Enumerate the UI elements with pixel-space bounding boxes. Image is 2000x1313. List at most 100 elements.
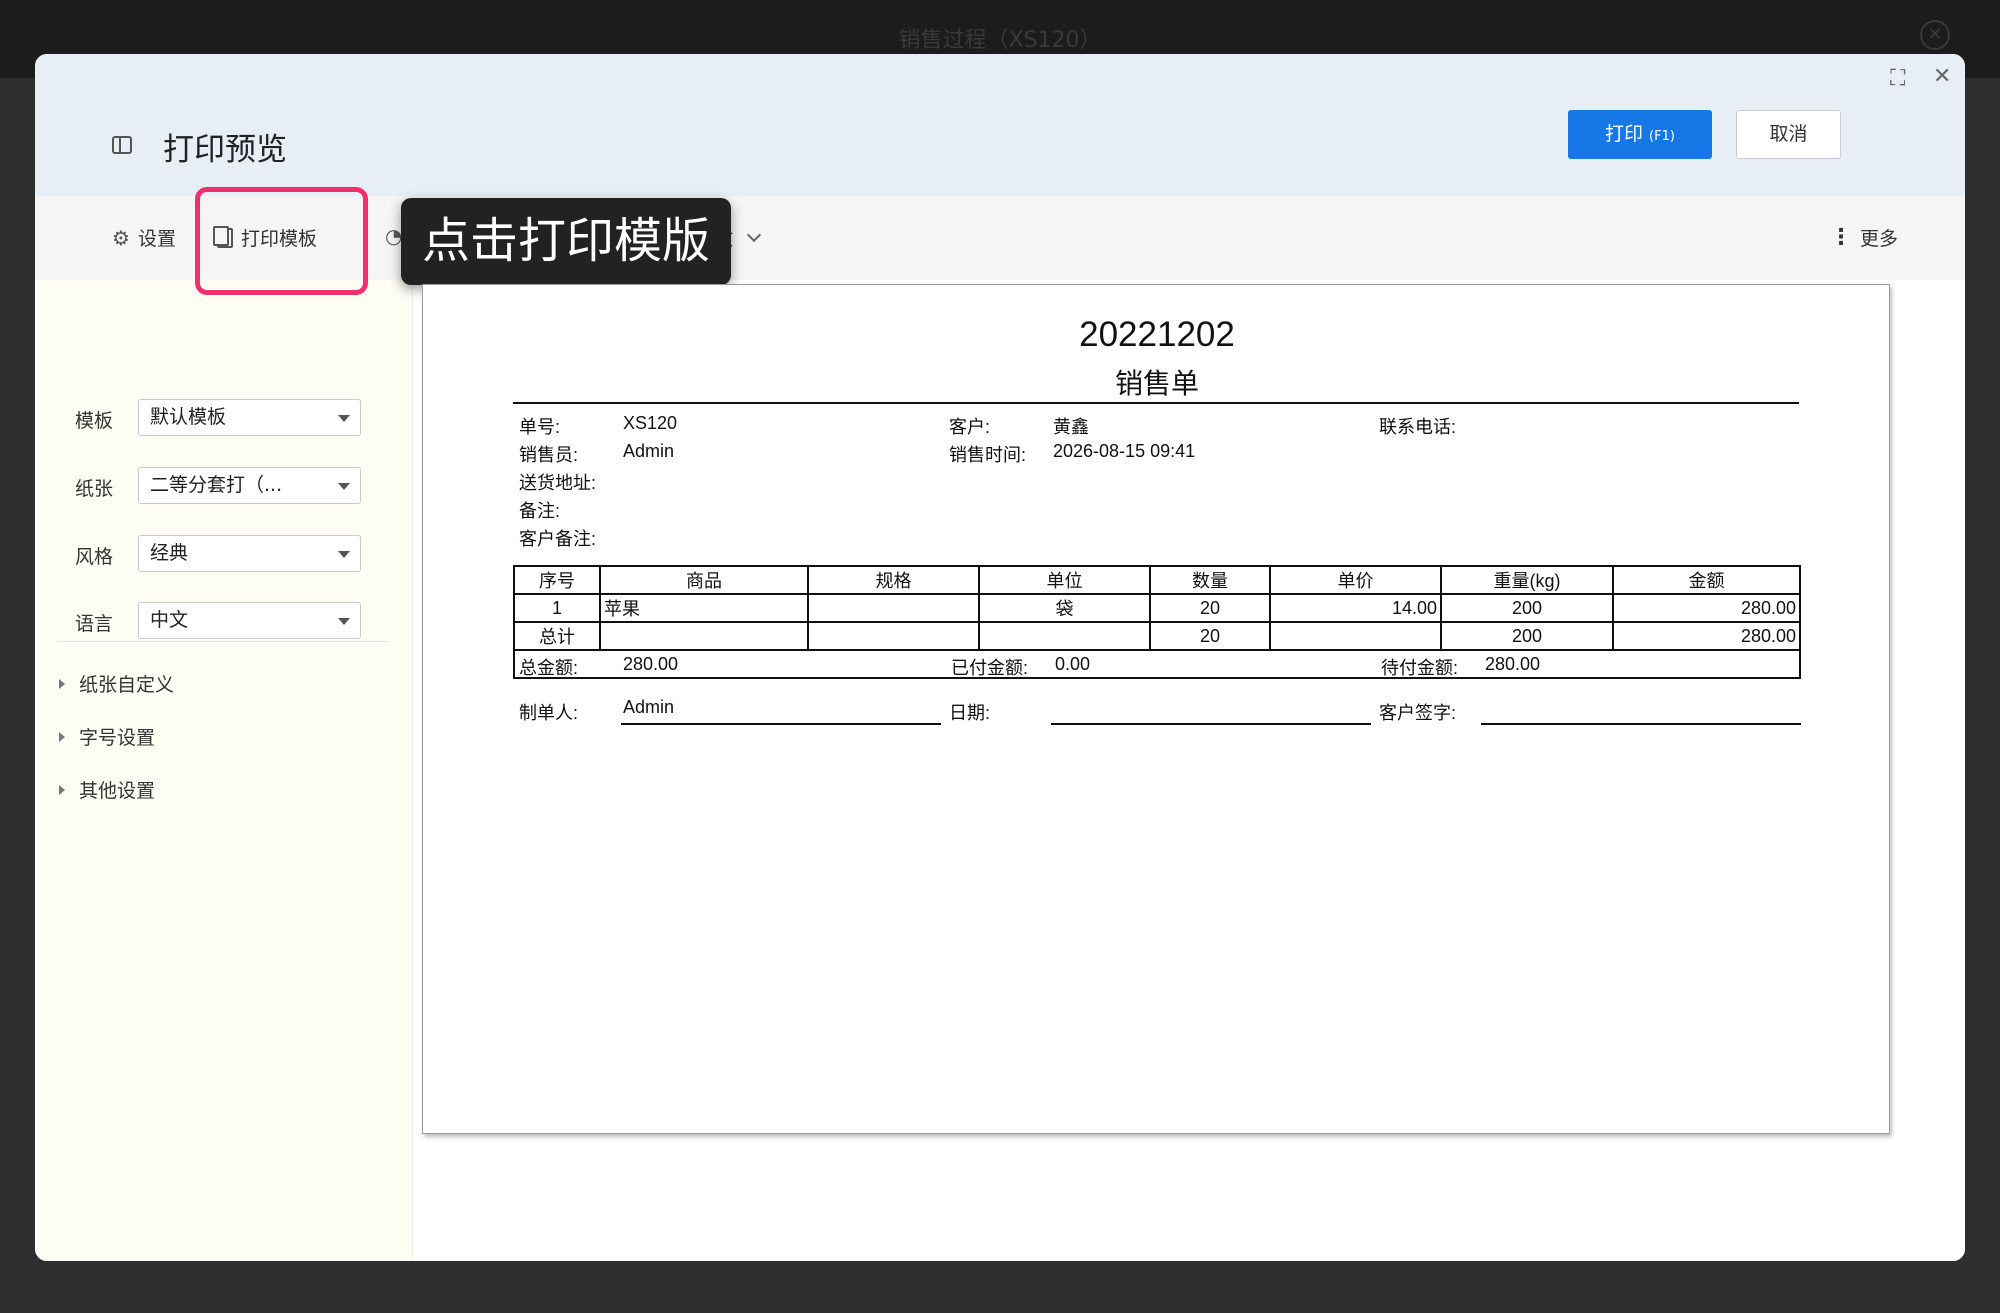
total-amount-label: 总金额:: [519, 658, 579, 678]
more-actions-button[interactable]: ◔: [385, 224, 402, 248]
style-select[interactable]: 经典: [138, 535, 361, 572]
cell-amount: 280.00: [1612, 593, 1801, 623]
paper-select-value: 二等分套打（...: [150, 474, 283, 496]
tooltip: 点击打印模版: [401, 198, 731, 285]
maker-value: Admin: [623, 697, 675, 717]
items-table: 序号 商品 规格 单位 数量 单价 重量(kg) 金额 1 苹果 袋 20 14…: [513, 565, 1801, 679]
paid-label: 已付金额:: [951, 658, 1029, 678]
template-select[interactable]: 默认模板: [138, 399, 361, 436]
paper-custom-label: 纸张自定义: [79, 674, 175, 696]
total-empty: [807, 621, 980, 651]
language-select[interactable]: 中文: [138, 602, 361, 639]
header-price: 单价: [1269, 565, 1442, 595]
header-product: 商品: [599, 565, 809, 595]
due-value: 280.00: [1485, 654, 1541, 674]
font-size-section[interactable]: 字号设置: [59, 723, 155, 750]
header-weight: 重量(kg): [1440, 565, 1614, 595]
customer-sign-line: [1481, 723, 1801, 725]
header-unit: 单位: [978, 565, 1151, 595]
template-label: 模板: [75, 410, 114, 432]
sidebar-divider: [57, 641, 389, 642]
phone-label: 联系电话:: [1379, 417, 1457, 437]
cell-index: 1: [513, 593, 601, 623]
caret-right-icon: [59, 731, 65, 742]
cell-spec: [807, 593, 980, 623]
total-empty: [1269, 621, 1442, 651]
caret-right-icon: [59, 678, 65, 689]
style-label: 风格: [75, 546, 114, 568]
caret-right-icon: [59, 784, 65, 795]
chevron-down-icon: [746, 227, 762, 242]
salesman-label: 销售员:: [519, 445, 579, 465]
total-weight: 200: [1440, 621, 1614, 651]
cancel-button[interactable]: 取消: [1736, 110, 1841, 159]
settings-label: 设置: [137, 228, 176, 250]
paper-label: 纸张: [75, 478, 114, 500]
paid-value: 0.00: [1055, 654, 1091, 674]
customer-value: 黄鑫: [1053, 417, 1089, 437]
cell-weight: 200: [1440, 593, 1614, 623]
customer-sign-label: 客户签字:: [1379, 703, 1457, 723]
caret-down-icon: [338, 415, 350, 422]
total-empty: [978, 621, 1151, 651]
header-amount: 金额: [1612, 565, 1801, 595]
circle-icon: ◔: [385, 224, 403, 248]
background-window-title: 销售过程（XS120）: [898, 28, 1102, 53]
print-button-label: 打印: [1605, 123, 1644, 145]
language-label: 语言: [75, 613, 114, 635]
order-no-value: XS120: [623, 413, 678, 433]
dialog-header: 打印预览 ⛶ ✕ 打印 (F1) 取消: [35, 54, 1965, 196]
gear-icon: ⚙: [112, 225, 130, 250]
dialog-title: 打印预览: [163, 132, 287, 168]
settings-button[interactable]: ⚙ 设置: [112, 224, 176, 251]
other-settings-label: 其他设置: [79, 780, 156, 802]
remark-label: 备注:: [519, 501, 561, 521]
date-label: 日期:: [949, 703, 991, 723]
order-no-label: 单号:: [519, 417, 561, 437]
total-amount-value: 280.00: [623, 654, 679, 674]
total-amount: 280.00: [1612, 621, 1801, 651]
date-line: [1051, 723, 1371, 725]
close-icon[interactable]: ✕: [1933, 64, 1951, 89]
print-shortcut: (F1): [1649, 129, 1675, 144]
sale-time-value: 2026-08-15 09:41: [1053, 441, 1196, 461]
settings-sidebar: 模板 默认模板 纸张 二等分套打（... 风格 经典 语言 中文 纸张自定义 字…: [35, 280, 413, 1261]
document-number: 20221202: [1079, 315, 1235, 354]
due-label: 待付金额:: [1381, 658, 1459, 678]
print-page: 20221202 销售单 单号: XS120 客户: 黄鑫 联系电话: 销售员:…: [422, 284, 1890, 1134]
other-settings-section[interactable]: 其他设置: [59, 776, 155, 803]
maker-label: 制单人:: [519, 703, 579, 723]
customer-remark-label: 客户备注:: [519, 529, 597, 549]
salesman-value: Admin: [623, 441, 675, 461]
sale-time-label: 销售时间:: [949, 445, 1027, 465]
language-select-value: 中文: [150, 609, 189, 631]
table-header-row: 序号 商品 规格 单位 数量 单价 重量(kg) 金额: [513, 565, 1801, 595]
paper-custom-section[interactable]: 纸张自定义: [59, 670, 174, 697]
header-spec: 规格: [807, 565, 980, 595]
sidebar-toggle-icon[interactable]: [112, 136, 132, 154]
total-label: 总计: [513, 621, 601, 651]
caret-down-icon: [338, 483, 350, 490]
print-button[interactable]: 打印 (F1): [1568, 110, 1712, 159]
summary-cell: 总金额: 280.00 已付金额: 0.00 待付金额: 280.00: [513, 649, 1801, 679]
caret-down-icon: [338, 618, 350, 625]
title-rule: [513, 402, 1799, 404]
total-qty: 20: [1149, 621, 1271, 651]
paper-select[interactable]: 二等分套打（...: [138, 467, 361, 504]
template-select-value: 默认模板: [150, 406, 227, 428]
fullscreen-icon[interactable]: ⛶: [1890, 66, 1905, 91]
cell-qty: 20: [1149, 593, 1271, 623]
cell-unit: 袋: [978, 593, 1151, 623]
header-qty: 数量: [1149, 565, 1271, 595]
style-select-value: 经典: [150, 542, 189, 564]
summary-row: 总金额: 280.00 已付金额: 0.00 待付金额: 280.00: [513, 649, 1801, 679]
more-vertical-icon: ⋮: [1830, 225, 1852, 250]
total-row: 总计 20 200 280.00: [513, 621, 1801, 651]
cell-price: 14.00: [1269, 593, 1442, 623]
more-button[interactable]: ⋮ 更多: [1830, 224, 1898, 251]
table-row: 1 苹果 袋 20 14.00 200 280.00: [513, 593, 1801, 623]
caret-down-icon: [338, 551, 350, 558]
more-label: 更多: [1860, 228, 1899, 250]
address-label: 送货地址:: [519, 473, 597, 493]
background-close-icon[interactable]: ✕: [1920, 20, 1950, 50]
